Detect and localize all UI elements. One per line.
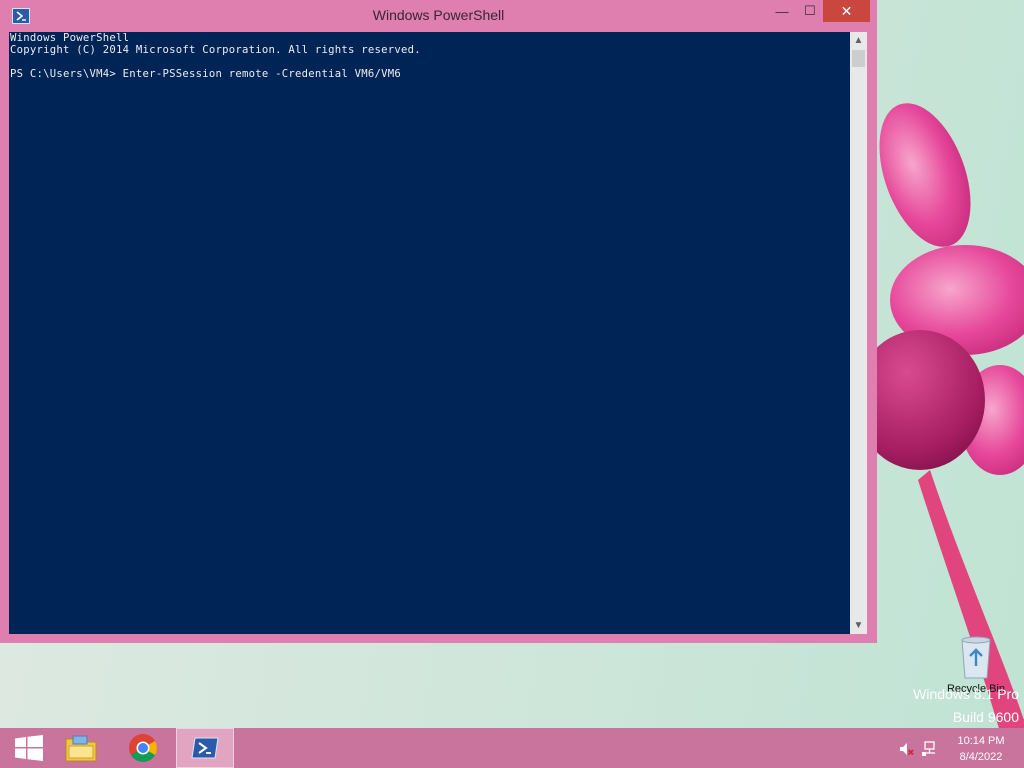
scroll-down-arrow-icon[interactable]: ▼ <box>850 617 867 634</box>
vertical-scrollbar[interactable]: ▲ ▼ <box>850 32 867 634</box>
scroll-up-arrow-icon[interactable]: ▲ <box>850 32 867 49</box>
powershell-window: Windows PowerShell — ☐ ✕ Windows PowerSh… <box>0 0 877 643</box>
taskbar-google-chrome[interactable] <box>114 728 172 768</box>
start-button[interactable] <box>0 728 58 768</box>
console-line: Copyright (C) 2014 Microsoft Corporation… <box>10 44 421 56</box>
maximize-icon: ☐ <box>804 3 816 18</box>
clock-time: 10:14 PM <box>957 735 1005 747</box>
file-explorer-icon <box>65 735 97 762</box>
taskbar-file-explorer[interactable] <box>52 728 110 768</box>
window-title: Windows PowerShell <box>372 7 505 23</box>
close-button[interactable]: ✕ <box>823 0 870 22</box>
close-icon: ✕ <box>840 2 853 19</box>
scroll-thumb[interactable] <box>852 50 865 67</box>
recycle-bin-icon <box>961 636 991 679</box>
console-output-area[interactable]: Windows PowerShell Copyright (C) 2014 Mi… <box>9 32 850 634</box>
console-prompt-line: PS C:\Users\VM4> Enter-PSSession remote … <box>10 68 402 80</box>
console-line: Windows PowerShell <box>10 32 130 44</box>
title-bar[interactable]: Windows PowerShell — ☐ ✕ <box>0 0 877 31</box>
system-clock[interactable]: 10:14 PM 8/4/2022 <box>952 733 1010 765</box>
maximize-button[interactable]: ☐ <box>796 0 824 22</box>
chrome-icon <box>129 734 157 762</box>
minimize-button[interactable]: — <box>768 0 796 22</box>
windows-logo-icon <box>15 735 43 761</box>
os-build-watermark: Build 9600 <box>952 709 1019 725</box>
network-icon[interactable] <box>921 741 937 757</box>
taskbar-windows-powershell[interactable] <box>176 728 234 768</box>
volume-muted-icon[interactable] <box>898 741 914 757</box>
clock-date: 8/4/2022 <box>959 751 1003 763</box>
powershell-taskbar-icon <box>191 737 219 759</box>
os-edition-watermark: Windows 8.1 Pro <box>913 686 1019 702</box>
taskbar: 10:14 PM 8/4/2022 <box>0 728 1024 768</box>
minimize-icon: — <box>775 3 789 19</box>
